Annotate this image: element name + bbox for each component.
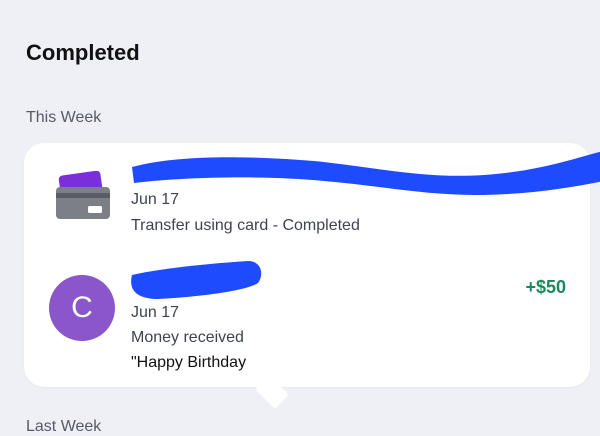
transaction-amount: +$50 [525,277,566,297]
card-front [56,187,110,219]
card-chip [88,206,102,213]
transaction-date: Jun 17 [131,304,180,321]
transaction-description: Transfer using card - Completed [131,217,360,234]
transaction-row[interactable]: C +$50 Jun 17 Money received "Happy Birt… [24,253,590,387]
card-stripe [56,193,110,198]
card-icon [56,171,110,219]
transaction-date: Jun 17 [131,191,180,208]
transaction-row[interactable]: Jun 17 Transfer using card - Completed [24,143,600,253]
redaction-mark [132,151,600,195]
avatar: C [49,275,115,341]
page-title: Completed [26,40,140,65]
redaction-mark [131,261,262,299]
group-label-last-week: Last Week [26,418,102,435]
transaction-description: Money received [131,329,244,346]
transactions-card: Jun 17 Transfer using card - Completed C… [24,143,600,387]
transaction-note: "Happy Birthday [131,354,247,371]
group-label-this-week: This Week [26,109,102,126]
